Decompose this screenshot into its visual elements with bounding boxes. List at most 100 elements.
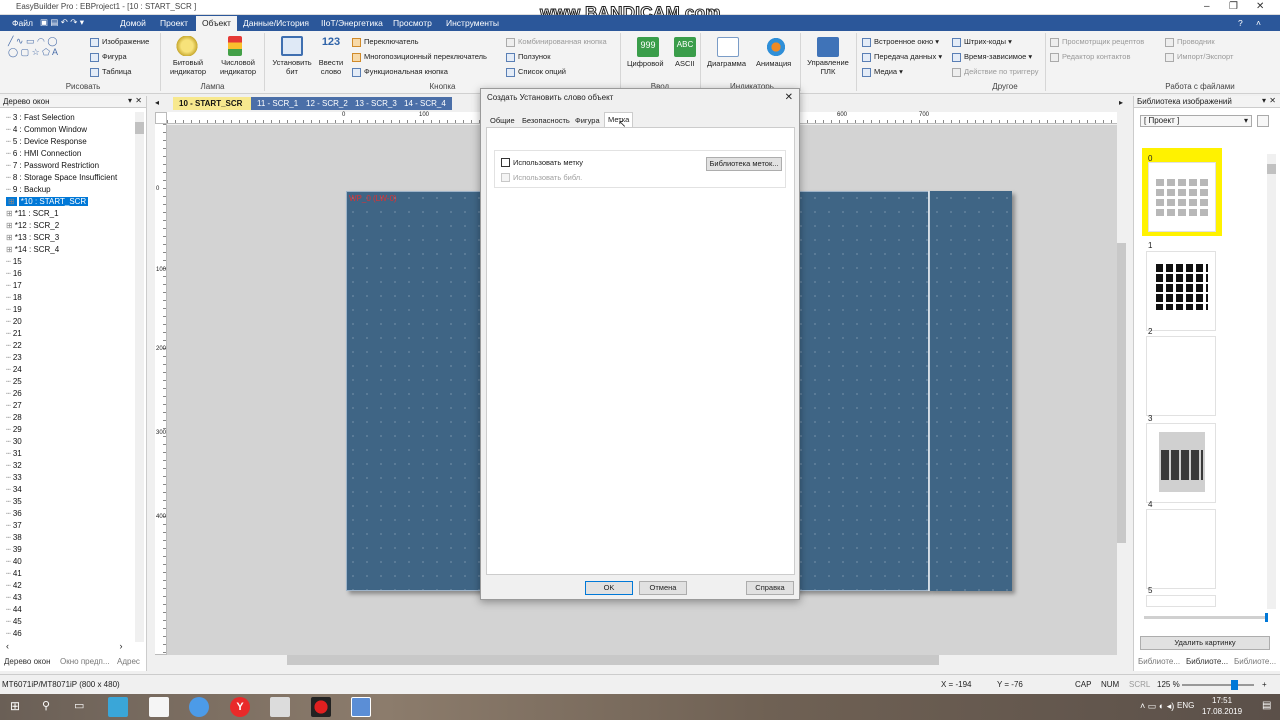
- left-tab-window-tree[interactable]: Дерево окон: [4, 657, 51, 671]
- tab-scr-4[interactable]: 14 - SCR_4: [398, 97, 452, 110]
- import-export-button[interactable]: Импорт/Экспорт: [1165, 52, 1233, 62]
- drawing-tools-icons[interactable]: ╱ ∿ ▭ ◠ ◯ ◯ ▢ ☆ ⬠ A: [8, 36, 58, 58]
- tab-start-scr[interactable]: 10 - START_SCR ✕: [173, 97, 264, 110]
- trigger-action-button[interactable]: Действие по триггеру: [952, 67, 1038, 77]
- dialog-close-icon[interactable]: ✕: [785, 92, 793, 103]
- app-icon-1[interactable]: [108, 697, 128, 717]
- help-icon[interactable]: ?: [1238, 18, 1243, 28]
- thumb-size-slider-handle[interactable]: [1265, 613, 1268, 622]
- menu-tools[interactable]: Инструменты: [446, 18, 499, 28]
- tab-scroll-left-icon[interactable]: ◂: [155, 98, 159, 107]
- chart-button[interactable]: Диаграмма: [707, 59, 746, 68]
- tree-item[interactable]: ┄ 17: [6, 280, 136, 292]
- ribbon-collapse-icon[interactable]: ˄: [1256, 18, 1261, 28]
- tree-item[interactable]: ┄ 24: [6, 364, 136, 376]
- bit-lamp-button[interactable]: Битовый индикатор: [168, 58, 208, 76]
- tree-item[interactable]: ┄ 8 : Storage Space Insufficient: [6, 172, 136, 184]
- easybuilder-taskbar-icon[interactable]: [351, 697, 371, 717]
- use-label-checkbox[interactable]: [501, 158, 510, 167]
- zoom-in-icon[interactable]: +: [1262, 680, 1267, 689]
- tree-item[interactable]: ┄ 28: [6, 412, 136, 424]
- app-icon-2[interactable]: [270, 697, 290, 717]
- plc-control-button[interactable]: Управление ПЛК: [804, 58, 852, 76]
- right-tab-library-2[interactable]: Библиоте...: [1186, 657, 1228, 671]
- expand-icon[interactable]: ⊞: [6, 221, 13, 230]
- tree-item[interactable]: ┄ 37: [6, 520, 136, 532]
- delete-picture-button[interactable]: Удалить картинку: [1140, 636, 1270, 650]
- word-object-label[interactable]: WP_0 (LW-0): [349, 194, 397, 203]
- tree-scroll-thumb[interactable]: [135, 122, 144, 134]
- thumb-1-keypad-black[interactable]: [1146, 251, 1216, 331]
- tree-scrollbar[interactable]: [135, 112, 144, 642]
- panel-close-icon[interactable]: ✕: [135, 96, 142, 105]
- tree-item[interactable]: ┄ 18: [6, 292, 136, 304]
- tree-item[interactable]: ⊞ *14 : SCR_4: [6, 244, 136, 256]
- tree-item[interactable]: ┄ 9 : Backup: [6, 184, 136, 196]
- canvas-vscroll-thumb[interactable]: [1117, 243, 1126, 543]
- word-lamp-button[interactable]: Числовой индикатор: [216, 58, 260, 76]
- clock-date[interactable]: 17.08.2019: [1202, 707, 1242, 716]
- canvas-vscrollbar[interactable]: [1117, 125, 1126, 655]
- tree-item[interactable]: ┄ 45: [6, 616, 136, 628]
- tree-item[interactable]: ┄ 34: [6, 484, 136, 496]
- cancel-button[interactable]: Отмена: [639, 581, 687, 595]
- left-tab-preview[interactable]: Окно предп...: [60, 657, 110, 671]
- library-refresh-icon[interactable]: [1257, 115, 1269, 127]
- barcode-button[interactable]: Штрих-коды ▾: [952, 37, 1012, 47]
- maximize-icon[interactable]: ❐: [1229, 1, 1238, 12]
- browser-icon[interactable]: [189, 697, 209, 717]
- menu-object[interactable]: Объект: [196, 16, 237, 31]
- tree-item[interactable]: ⊞ *11 : SCR_1: [6, 208, 136, 220]
- option-list-button[interactable]: Список опций: [506, 67, 566, 77]
- tab-scr-1[interactable]: 11 - SCR_1: [251, 97, 305, 110]
- language-indicator[interactable]: ENG: [1177, 701, 1194, 710]
- tree-item[interactable]: ┄ 29: [6, 424, 136, 436]
- tab-scroll-right-icon[interactable]: ▸: [1119, 98, 1123, 107]
- image-tool[interactable]: Изображение: [90, 37, 149, 47]
- search-icon[interactable]: ⚲: [42, 699, 50, 712]
- expand-icon[interactable]: ⊞: [6, 197, 17, 206]
- tree-item[interactable]: ┄ 31: [6, 448, 136, 460]
- tree-item[interactable]: ┄ 21: [6, 328, 136, 340]
- thumb-size-slider[interactable]: [1144, 616, 1266, 619]
- thumb-3-keypad-dark[interactable]: [1146, 423, 1216, 503]
- calculator-icon[interactable]: [149, 697, 169, 717]
- tray-icons[interactable]: ˄ ▭ ◐ ◂): [1140, 701, 1174, 712]
- tree-item[interactable]: ⊞ *12 : SCR_2: [6, 220, 136, 232]
- zoom-slider[interactable]: [1182, 684, 1254, 686]
- expand-icon[interactable]: ⊞: [6, 245, 13, 254]
- tree-item[interactable]: ┄ 36: [6, 508, 136, 520]
- embedded-window-button[interactable]: Встроенное окно ▾: [862, 37, 939, 47]
- tree-item[interactable]: ┄ 6 : HMI Connection: [6, 148, 136, 160]
- notifications-icon[interactable]: ▤: [1262, 700, 1271, 711]
- thumb-2-blank[interactable]: [1146, 336, 1216, 416]
- menu-file[interactable]: Файл: [12, 18, 33, 28]
- contacts-editor-button[interactable]: Редактор контактов: [1050, 52, 1130, 62]
- tree-item[interactable]: ┄ 35: [6, 496, 136, 508]
- dialog-tab-security[interactable]: Безопасность: [519, 114, 573, 128]
- combo-button[interactable]: Комбинированная кнопка: [506, 37, 607, 47]
- canvas-hscroll-thumb[interactable]: [287, 655, 939, 665]
- tree-item[interactable]: ┄ 38: [6, 532, 136, 544]
- right-tab-library-3[interactable]: Библиоте...: [1234, 657, 1276, 671]
- data-transfer-button[interactable]: Передача данных ▾: [862, 52, 942, 62]
- tree-item[interactable]: ┄ 44: [6, 604, 136, 616]
- tree-item[interactable]: ┄ 22: [6, 340, 136, 352]
- toggle-switch-button[interactable]: Переключатель: [352, 37, 419, 47]
- thumb-4-blank[interactable]: [1146, 509, 1216, 589]
- label-library-button[interactable]: Библиотека меток...: [706, 157, 782, 171]
- tree-item[interactable]: ┄ 33: [6, 472, 136, 484]
- task-view-icon[interactable]: ▭: [74, 699, 84, 712]
- library-scroll-thumb[interactable]: [1267, 164, 1276, 174]
- menu-home[interactable]: Домой: [120, 18, 146, 28]
- set-bit-button[interactable]: Установить бит: [270, 58, 314, 76]
- thumb-0-keypad-gray[interactable]: [1148, 162, 1216, 232]
- tree-item[interactable]: ┄ 41: [6, 568, 136, 580]
- tree-item[interactable]: ┄ 20: [6, 316, 136, 328]
- canvas-hscrollbar[interactable]: [167, 655, 1117, 665]
- menu-view[interactable]: Просмотр: [393, 18, 432, 28]
- shape-tool[interactable]: Фигура: [90, 52, 127, 62]
- animation-button[interactable]: Анимация: [756, 59, 791, 68]
- dialog-tab-general[interactable]: Общие: [487, 114, 518, 128]
- table-tool[interactable]: Таблица: [90, 67, 131, 77]
